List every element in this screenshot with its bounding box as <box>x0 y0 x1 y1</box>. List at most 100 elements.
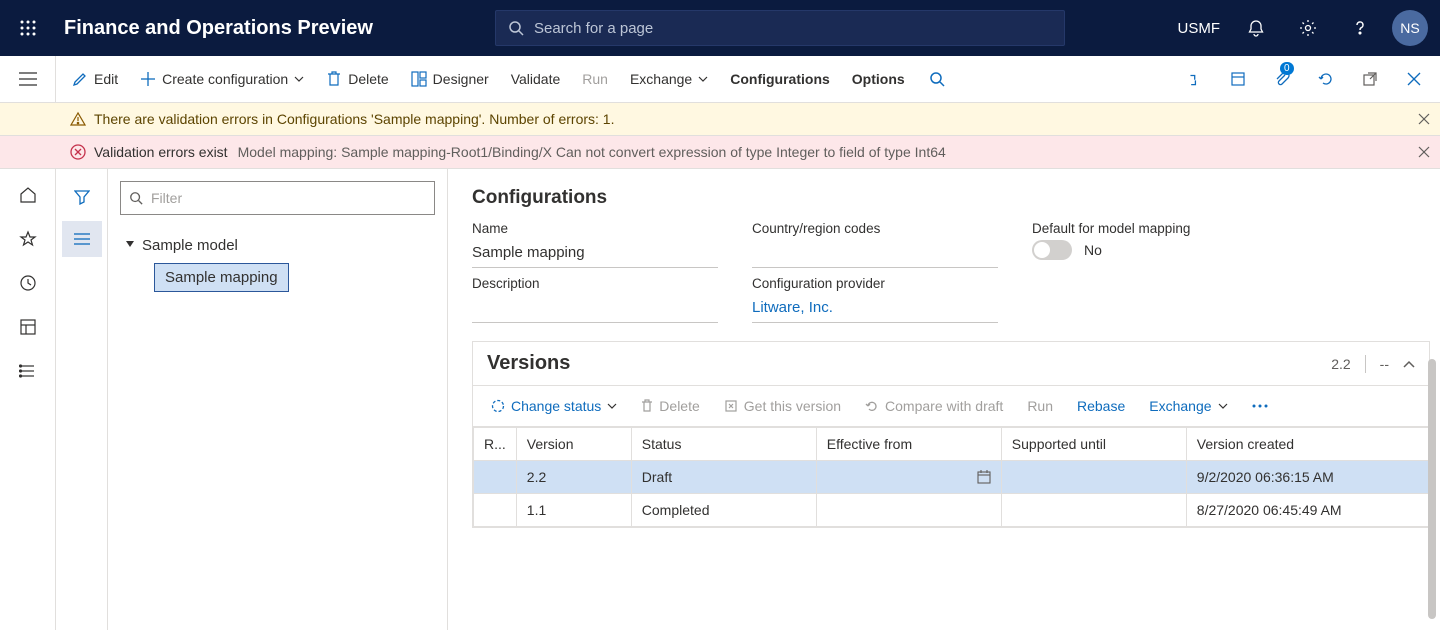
validate-button[interactable]: Validate <box>501 56 571 102</box>
change-status-button[interactable]: Change status <box>483 394 625 418</box>
table-row[interactable]: 1.1Completed 8/27/2020 06:45:49 AM <box>474 494 1429 527</box>
cell-version[interactable]: 1.1 <box>516 494 631 527</box>
designer-icon <box>411 71 427 87</box>
calendar-icon[interactable] <box>977 470 991 484</box>
notifications-button[interactable] <box>1236 8 1276 48</box>
versions-exchange-button[interactable]: Exchange <box>1141 394 1235 418</box>
cell-status[interactable]: Completed <box>631 494 816 527</box>
error-detail: Model mapping: Sample mapping-Root1/Bind… <box>238 144 946 160</box>
col-supported[interactable]: Supported until <box>1001 428 1186 461</box>
close-button[interactable] <box>1394 56 1434 102</box>
cell-created[interactable]: 9/2/2020 06:36:15 AM <box>1186 461 1428 494</box>
nav-favorites[interactable] <box>0 219 56 259</box>
versions-delete-label: Delete <box>659 398 699 414</box>
caret-down-icon <box>124 241 136 249</box>
settings-button[interactable] <box>1288 8 1328 48</box>
tree-filter[interactable] <box>120 181 435 215</box>
tree-filter-input[interactable] <box>151 190 426 206</box>
cell-version[interactable]: 2.2 <box>516 461 631 494</box>
rebase-button[interactable]: Rebase <box>1069 394 1133 418</box>
scrollbar[interactable] <box>1428 359 1436 619</box>
options-label: Options <box>852 71 905 87</box>
filter-search-icon <box>129 191 143 205</box>
versions-run-button: Run <box>1019 394 1061 418</box>
cell-supported[interactable] <box>1001 494 1186 527</box>
help-button[interactable] <box>1340 8 1380 48</box>
related-button[interactable] <box>1174 56 1214 102</box>
cell-supported[interactable] <box>1001 461 1186 494</box>
configurations-label: Configurations <box>730 71 830 87</box>
filter-pane-button[interactable] <box>62 179 102 215</box>
options-tab[interactable]: Options <box>842 56 915 102</box>
popout-button[interactable] <box>1350 56 1390 102</box>
cell-status[interactable]: Draft <box>631 461 816 494</box>
codes-value[interactable] <box>752 240 998 268</box>
legal-entity[interactable]: USMF <box>1178 20 1221 37</box>
error-label: Validation errors exist <box>94 144 228 160</box>
cell-effective[interactable] <box>816 494 1001 527</box>
warning-close[interactable] <box>1418 113 1430 125</box>
office-button[interactable] <box>1218 56 1258 102</box>
tree-root-label: Sample model <box>142 237 238 254</box>
col-created[interactable]: Version created <box>1186 428 1428 461</box>
col-status[interactable]: Status <box>631 428 816 461</box>
exchange-label: Exchange <box>630 71 692 87</box>
versions-run-label: Run <box>1027 398 1053 414</box>
tree-node-root[interactable]: Sample model <box>120 231 435 259</box>
default-toggle[interactable] <box>1032 240 1072 260</box>
desc-label: Description <box>472 276 718 291</box>
versions-delete-button: Delete <box>633 394 707 418</box>
tree-node-selected[interactable]: Sample mapping <box>154 263 289 292</box>
edit-button[interactable]: Edit <box>62 56 128 102</box>
divider <box>1365 355 1366 373</box>
delete-button[interactable]: Delete <box>316 56 398 102</box>
create-configuration-button[interactable]: Create configuration <box>130 56 314 102</box>
pencil-icon <box>72 71 88 87</box>
versions-table: R... Version Status Effective from Suppo… <box>473 427 1429 527</box>
global-search[interactable] <box>495 10 1065 46</box>
user-avatar[interactable]: NS <box>1392 10 1428 46</box>
nav-recent[interactable] <box>0 263 56 303</box>
col-effective[interactable]: Effective from <box>816 428 1001 461</box>
versions-collapse[interactable] <box>1403 360 1415 368</box>
rebase-label: Rebase <box>1077 398 1125 414</box>
error-icon <box>70 144 86 160</box>
error-close[interactable] <box>1418 146 1430 158</box>
configurations-tab[interactable]: Configurations <box>720 56 840 102</box>
compare-label: Compare with draft <box>885 398 1003 414</box>
nav-workspaces[interactable] <box>0 307 56 347</box>
versions-sep: -- <box>1380 356 1389 372</box>
compare-icon <box>865 399 879 413</box>
codes-label: Country/region codes <box>752 221 998 236</box>
cell-created[interactable]: 8/27/2020 06:45:49 AM <box>1186 494 1428 527</box>
refresh-button[interactable] <box>1306 56 1346 102</box>
designer-button[interactable]: Designer <box>401 56 499 102</box>
nav-toggle[interactable] <box>0 56 56 102</box>
warning-text: There are validation errors in Configura… <box>94 111 614 127</box>
cell-effective[interactable] <box>816 461 1001 494</box>
name-label: Name <box>472 221 718 236</box>
attachments-button[interactable]: 0 <box>1262 56 1302 102</box>
nav-home[interactable] <box>0 175 56 215</box>
list-pane-button[interactable] <box>62 221 102 257</box>
table-row[interactable]: 2.2Draft 9/2/2020 06:36:15 AM <box>474 461 1429 494</box>
col-r[interactable]: R... <box>474 428 517 461</box>
cell-r[interactable] <box>474 494 517 527</box>
desc-value[interactable] <box>472 295 718 323</box>
default-value: No <box>1084 242 1102 258</box>
exchange-button[interactable]: Exchange <box>620 56 718 102</box>
versions-exchange-label: Exchange <box>1149 398 1211 414</box>
app-launcher[interactable] <box>12 12 44 44</box>
name-value[interactable]: Sample mapping <box>472 240 718 268</box>
cell-r[interactable] <box>474 461 517 494</box>
global-search-input[interactable] <box>534 20 1052 37</box>
find-button[interactable] <box>917 56 957 102</box>
versions-more-button[interactable] <box>1244 400 1276 412</box>
provider-label: Configuration provider <box>752 276 998 291</box>
detail-heading: Configurations <box>472 187 1430 209</box>
provider-value[interactable]: Litware, Inc. <box>752 295 998 323</box>
chevron-down-icon <box>698 76 708 82</box>
compare-button: Compare with draft <box>857 394 1011 418</box>
col-version[interactable]: Version <box>516 428 631 461</box>
nav-modules[interactable] <box>0 351 56 391</box>
